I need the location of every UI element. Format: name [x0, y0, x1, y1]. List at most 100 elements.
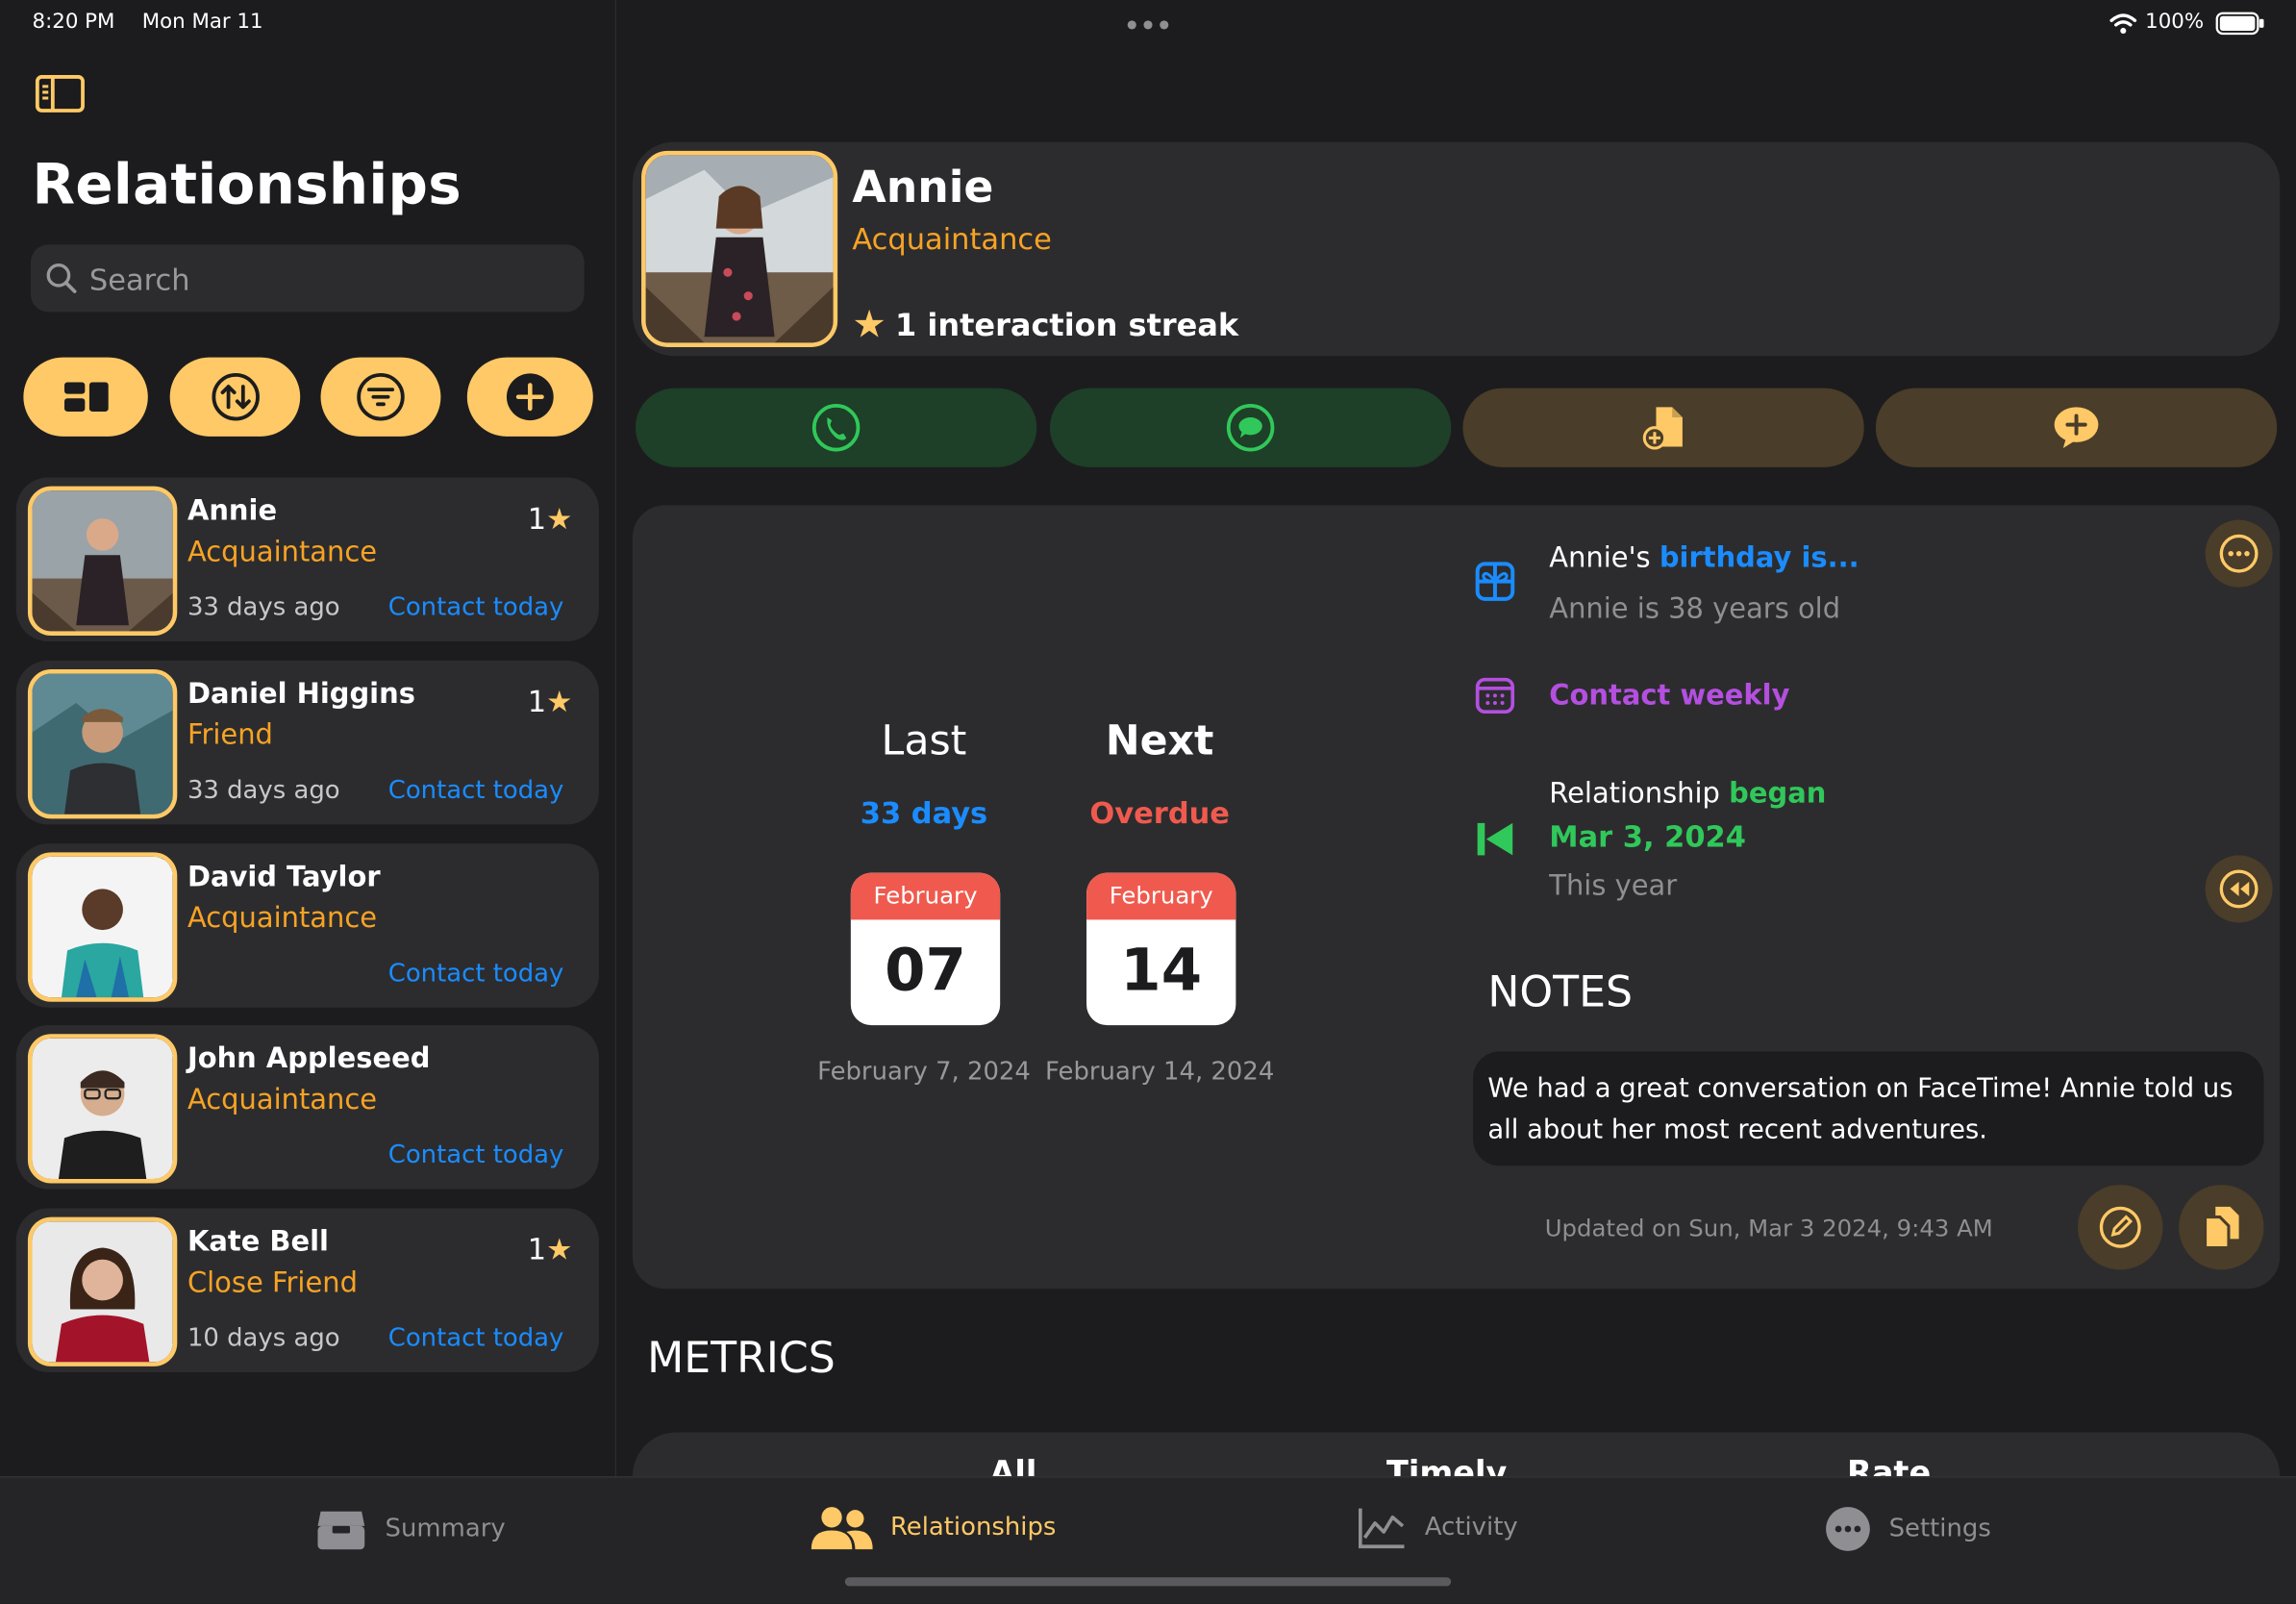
- tab-label: Summary: [385, 1514, 506, 1544]
- contact-relationship: Acquaintance: [187, 1083, 378, 1116]
- search-icon: [45, 263, 78, 295]
- contact-card[interactable]: David Taylor Acquaintance Contact today: [15, 843, 599, 1008]
- notes-heading: NOTES: [1487, 966, 1634, 1016]
- streak-count: 1: [527, 500, 547, 537]
- add-note-button[interactable]: [1875, 388, 2278, 467]
- tab-label: Activity: [1424, 1513, 1518, 1542]
- rewind-button[interactable]: [2205, 855, 2273, 923]
- chart-icon: [1358, 1506, 1408, 1550]
- info-panel: Last 33 days Next Overdue February 07 Fe…: [632, 505, 2281, 1290]
- filter-button[interactable]: [320, 357, 441, 437]
- calendar-icon: [1475, 677, 1516, 715]
- next-date: February 14, 2024: [1045, 1057, 1275, 1088]
- sort-button[interactable]: [169, 357, 301, 437]
- tab-relationships[interactable]: Relationships: [811, 1506, 1057, 1550]
- began-date: Mar 3, 2024: [1549, 818, 1746, 854]
- star-icon: ★: [546, 684, 573, 719]
- streak-badge: 1★: [528, 501, 573, 537]
- rewind-icon: [2218, 868, 2259, 910]
- sidebar-toggle-icon[interactable]: [35, 75, 86, 113]
- streak-text: 1 interaction streak: [895, 307, 1239, 343]
- more-button[interactable]: [2205, 519, 2273, 588]
- next-calendar-day: 14: [1120, 937, 1203, 1005]
- contact-frequency[interactable]: Contact weekly: [1549, 680, 1789, 713]
- profile-header: Annie Acquaintance ★ 1 interaction strea…: [632, 141, 2281, 357]
- metrics-heading: METRICS: [647, 1332, 836, 1383]
- page-title: Relationships: [32, 152, 462, 217]
- edit-note-button[interactable]: [2078, 1185, 2163, 1270]
- contact-name: David Taylor: [187, 861, 381, 894]
- contact-card[interactable]: John Appleseed Acquaintance Contact toda…: [15, 1025, 599, 1190]
- contact-today-link[interactable]: Contact today: [388, 1140, 564, 1169]
- star-icon: ★: [852, 303, 886, 347]
- note-updated: Updated on Sun, Mar 3 2024, 9:43 AM: [1544, 1214, 1993, 1242]
- avatar: [27, 668, 178, 819]
- status-time: 8:20 PM: [32, 10, 115, 35]
- contact-today-link[interactable]: Contact today: [388, 960, 564, 989]
- birthday-line: Annie's birthday is...: [1549, 541, 1859, 574]
- began-line: Relationship began: [1549, 778, 1826, 811]
- contact-name: Daniel Higgins: [187, 678, 415, 711]
- copy-note-button[interactable]: [2179, 1185, 2264, 1270]
- contact-card[interactable]: Kate Bell Close Friend 10 days ago Conta…: [15, 1208, 599, 1373]
- began-prefix: Relationship: [1549, 777, 1720, 811]
- last-calendar-icon: February 07: [850, 872, 1001, 1026]
- wifi-icon: [2109, 12, 2137, 35]
- contact-name: John Appleseed: [187, 1042, 431, 1075]
- add-document-button[interactable]: [1462, 388, 1864, 467]
- avatar: [27, 852, 178, 1002]
- tab-settings[interactable]: Settings: [1825, 1506, 1991, 1553]
- began-word: began: [1729, 777, 1827, 811]
- contact-today-link[interactable]: Contact today: [388, 593, 564, 622]
- battery-icon: [2215, 12, 2265, 36]
- next-value: Overdue: [1089, 794, 1230, 831]
- tab-label: Relationships: [889, 1513, 1057, 1542]
- birthday-link[interactable]: birthday is...: [1660, 541, 1859, 574]
- tray-icon: [314, 1506, 367, 1553]
- phone-icon: [811, 403, 861, 453]
- note-bubble[interactable]: We had a great conversation on FaceTime!…: [1473, 1051, 2264, 1166]
- last-contact: 10 days ago: [187, 1323, 340, 1354]
- layout-button[interactable]: [23, 357, 148, 437]
- avatar: [27, 486, 178, 636]
- streak-count: 1: [527, 684, 547, 719]
- status-date: Mon Mar 11: [141, 10, 263, 35]
- sidebar: 8:20 PM Mon Mar 11 Relationships Search: [0, 0, 617, 1477]
- gift-icon: [1475, 561, 1516, 602]
- search-placeholder: Search: [88, 262, 190, 298]
- contact-card[interactable]: Annie Acquaintance 33 days ago Contact t…: [15, 477, 599, 642]
- avatar: [27, 1034, 178, 1184]
- contact-today-link[interactable]: Contact today: [388, 776, 564, 805]
- add-document-icon: [1638, 403, 1688, 453]
- last-contact: 33 days ago: [187, 776, 340, 806]
- search-input[interactable]: Search: [30, 244, 585, 313]
- age-text: Annie is 38 years old: [1549, 592, 1841, 626]
- tab-activity[interactable]: Activity: [1358, 1506, 1518, 1550]
- copy-icon: [2199, 1204, 2243, 1251]
- add-note-icon: [2052, 403, 2102, 453]
- next-label: Next: [1105, 715, 1214, 764]
- contact-relationship: Close Friend: [187, 1266, 358, 1299]
- star-icon: ★: [546, 1231, 573, 1267]
- add-icon: [505, 372, 555, 422]
- sort-icon: [211, 372, 261, 422]
- tab-label: Settings: [1888, 1514, 1991, 1544]
- contact-today-link[interactable]: Contact today: [388, 1324, 564, 1353]
- add-contact-button[interactable]: [466, 357, 593, 437]
- people-icon: [811, 1506, 873, 1550]
- began-icon: [1475, 818, 1516, 860]
- began-sub: This year: [1549, 869, 1678, 903]
- tab-summary[interactable]: Summary: [314, 1506, 506, 1553]
- ellipsis-circle-icon: [1825, 1506, 1872, 1553]
- star-icon: ★: [546, 500, 573, 537]
- pencil-icon: [2098, 1205, 2142, 1249]
- profile-avatar: [641, 150, 838, 347]
- battery-percent: 100%: [2145, 10, 2205, 35]
- message-button[interactable]: [1049, 388, 1452, 467]
- call-button[interactable]: [635, 388, 1037, 467]
- multitasking-dots-icon[interactable]: [1126, 19, 1170, 31]
- profile-streak: ★ 1 interaction streak: [852, 303, 1238, 347]
- contact-card[interactable]: Daniel Higgins Friend 33 days ago Contac…: [15, 660, 599, 825]
- home-indicator[interactable]: [844, 1577, 1452, 1587]
- avatar: [27, 1216, 178, 1366]
